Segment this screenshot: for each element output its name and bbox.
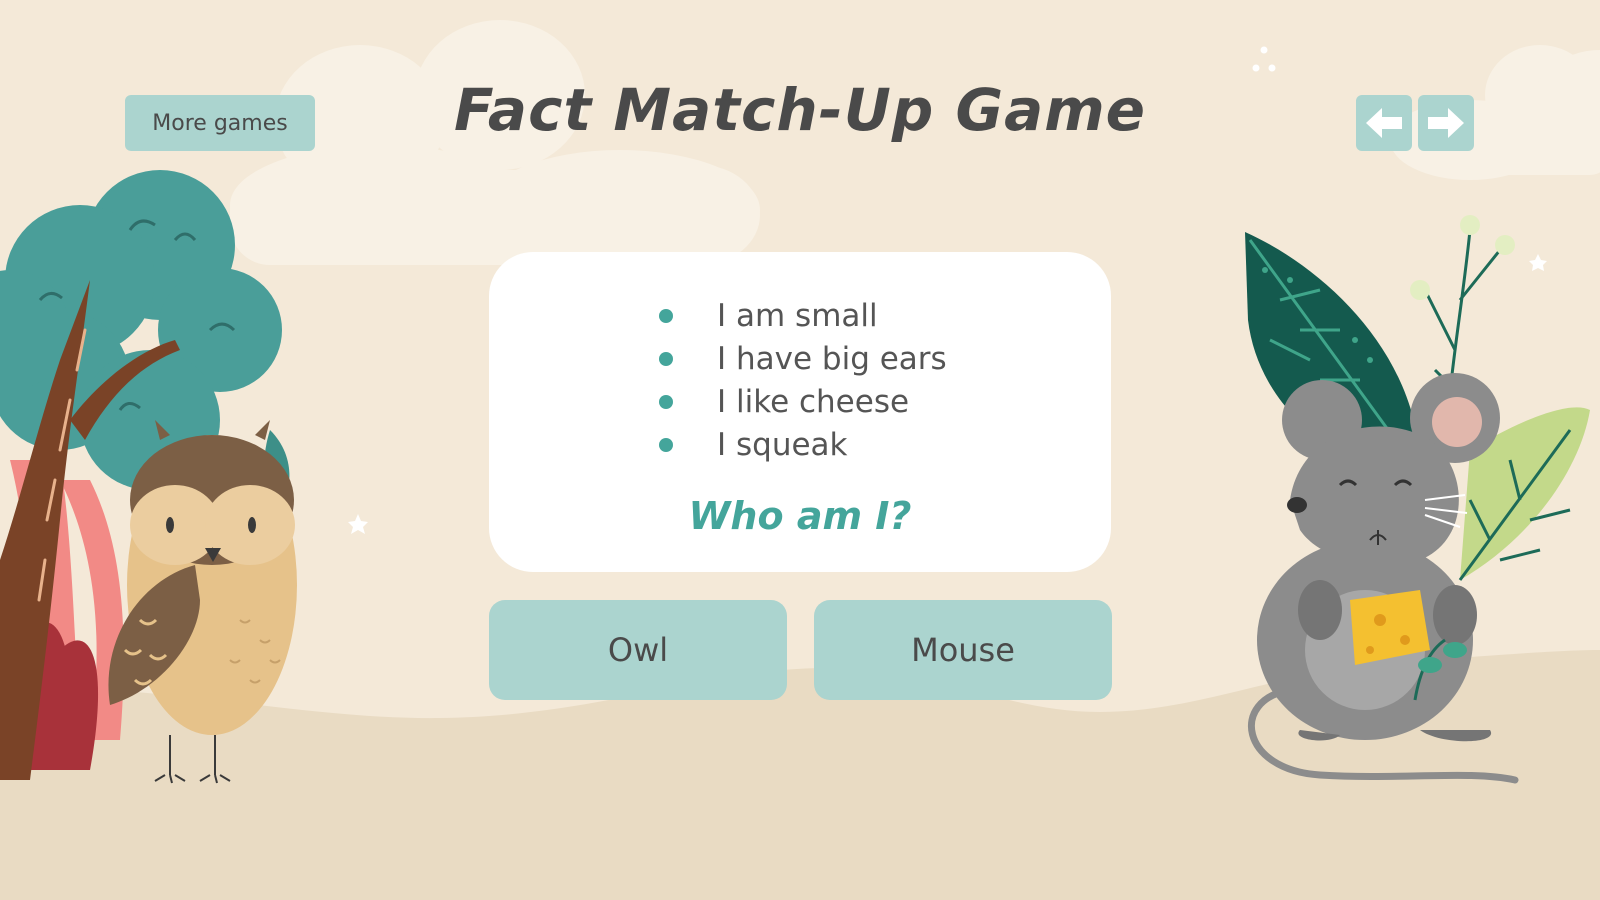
- bullet-icon: [659, 394, 673, 409]
- bullet-icon: [659, 351, 673, 366]
- arrow-left-icon: [1366, 108, 1402, 138]
- arrow-right-icon: [1428, 108, 1464, 138]
- fact-item: I like cheese: [659, 380, 947, 423]
- bullet-icon: [659, 308, 673, 323]
- question-text: Who am I?: [688, 494, 912, 538]
- fact-item: I am small: [659, 294, 947, 337]
- answer-mouse-button[interactable]: Mouse: [814, 600, 1112, 700]
- previous-button[interactable]: [1356, 95, 1412, 151]
- bullet-icon: [659, 437, 673, 452]
- fact-item: I have big ears: [659, 337, 947, 380]
- question-card: I am small I have big ears I like cheese…: [489, 252, 1111, 572]
- fact-item: I squeak: [659, 423, 947, 466]
- fact-list: I am small I have big ears I like cheese…: [659, 294, 947, 466]
- next-button[interactable]: [1418, 95, 1474, 151]
- more-games-button[interactable]: More games: [125, 95, 315, 151]
- answer-owl-button[interactable]: Owl: [489, 600, 787, 700]
- page-title: Fact Match-Up Game: [453, 76, 1147, 144]
